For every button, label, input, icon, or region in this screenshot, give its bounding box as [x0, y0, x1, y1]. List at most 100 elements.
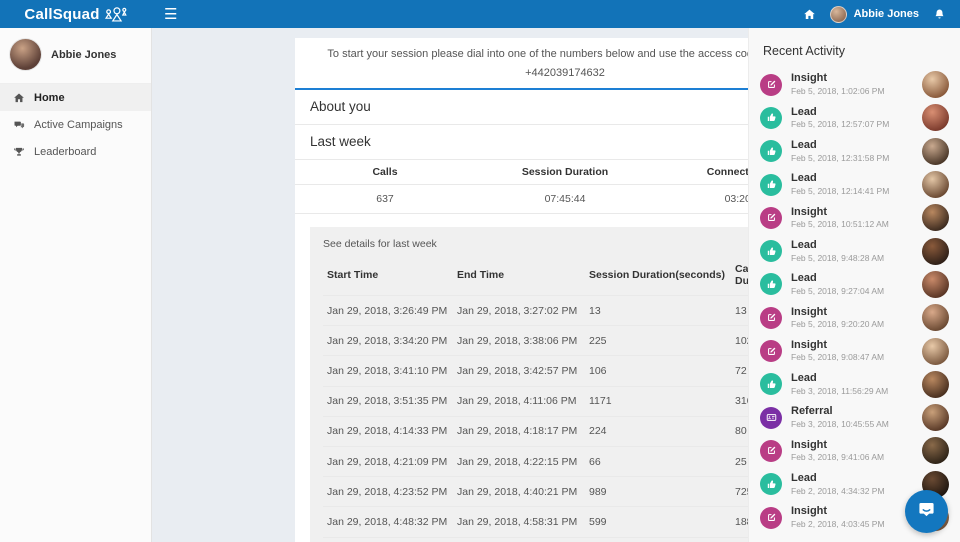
activity-timestamp: Feb 5, 2018, 10:51:12 AM — [791, 219, 889, 230]
edit-icon — [760, 439, 782, 462]
avatar — [922, 337, 949, 365]
activity-item-insight[interactable]: Insight Feb 5, 2018, 1:02:06 PM — [749, 68, 960, 101]
chat-launcher-button[interactable] — [905, 490, 948, 533]
topbar-right: Abbie Jones — [803, 5, 960, 23]
sidebar-item-home[interactable]: Home — [0, 84, 151, 111]
edit-icon — [760, 340, 782, 363]
avatar — [922, 404, 949, 432]
user-name: Abbie Jones — [853, 8, 919, 20]
activity-text: Insight Feb 5, 2018, 9:08:47 AM — [791, 339, 884, 363]
activity-timestamp: Feb 3, 2018, 11:56:29 AM — [791, 385, 889, 396]
stat-value: 637 — [376, 193, 394, 205]
table-row: Jan 29, 2018, 4:48:32 PM Jan 29, 2018, 4:… — [323, 506, 807, 537]
activity-text: Lead Feb 3, 2018, 11:56:29 AM — [791, 372, 888, 396]
table-cell: Jan 29, 2018, 4:40:21 PM — [453, 476, 585, 507]
avatar — [829, 5, 847, 23]
avatar — [922, 237, 949, 265]
table-cell: Jan 29, 2018, 3:38:06 PM — [453, 325, 585, 356]
activity-item-lead[interactable]: Lead Feb 5, 2018, 12:14:41 PM — [749, 168, 960, 201]
home-icon[interactable] — [803, 8, 816, 21]
avatar — [922, 104, 949, 132]
activity-text: Lead Feb 5, 2018, 12:57:07 PM — [791, 106, 889, 130]
activity-timestamp: Feb 5, 2018, 9:20:20 AM — [791, 319, 885, 330]
activity-text: Lead Feb 5, 2018, 9:48:28 AM — [791, 239, 884, 263]
activity-item-referral[interactable]: Referral Feb 3, 2018, 10:45:55 AM — [749, 401, 960, 434]
avatar — [922, 437, 949, 465]
notice-text: To start your session please dial into o… — [327, 48, 760, 60]
activity-item-lead[interactable]: Lead Feb 5, 2018, 9:48:28 AM — [749, 234, 960, 267]
activity-item-insight[interactable]: Insight Feb 5, 2018, 9:20:20 AM — [749, 301, 960, 334]
app-window: CallSquad ☰ Abbie Jones Abbie Jones Home… — [0, 0, 960, 542]
activity-item-lead[interactable]: Lead Feb 3, 2018, 11:56:29 AM — [749, 368, 960, 401]
activity-label: Lead — [791, 238, 817, 251]
activity-text: Insight Feb 5, 2018, 1:02:06 PM — [791, 72, 885, 96]
sidebar-item-label: Leaderboard — [34, 145, 97, 158]
table-cell: Jan 29, 2018, 4:14:33 PM — [323, 415, 453, 447]
table-cell: Jan 29, 2018, 4:23:52 PM — [323, 476, 453, 507]
table-cell: Jan 29, 2018, 5:01:06 PM — [323, 536, 453, 542]
details-column-header: Start Time — [327, 269, 379, 281]
activity-text: Lead Feb 5, 2018, 12:14:41 PM — [791, 172, 889, 196]
table-cell: 1171 — [585, 385, 731, 417]
sidebar-item-leaderboard[interactable]: Leaderboard — [0, 138, 151, 165]
chat-bubble-icon — [916, 499, 937, 525]
table-cell: 106 — [585, 355, 731, 387]
thumbs-up-icon — [760, 373, 782, 396]
table-cell: Jan 29, 2018, 3:34:20 PM — [323, 325, 453, 356]
activity-label: Insight — [791, 305, 828, 318]
edit-icon — [760, 206, 782, 229]
activity-timestamp: Feb 2, 2018, 4:34:32 PM — [791, 485, 885, 496]
table-row: Jan 29, 2018, 3:26:49 PM Jan 29, 2018, 3:… — [323, 294, 807, 326]
activity-text: Lead Feb 2, 2018, 4:34:32 PM — [791, 472, 885, 496]
trophy-icon — [13, 146, 25, 158]
activity-label: Lead — [791, 172, 817, 185]
table-row: Jan 29, 2018, 3:41:10 PM Jan 29, 2018, 3:… — [323, 355, 807, 387]
table-cell: Jan 29, 2018, 4:48:32 PM — [323, 506, 453, 537]
activity-timestamp: Feb 3, 2018, 10:45:55 AM — [791, 419, 889, 430]
details-column-header: End Time — [457, 269, 505, 281]
details-column-header: Session Duration(seconds) — [589, 269, 725, 281]
activity-item-lead[interactable]: Lead Feb 5, 2018, 9:27:04 AM — [749, 268, 960, 301]
thumbs-up-icon — [760, 140, 782, 163]
activity-item-insight[interactable]: Insight Feb 5, 2018, 10:51:12 AM — [749, 201, 960, 234]
recent-activity-title: Recent Activity — [763, 44, 845, 58]
table-row: Jan 29, 2018, 4:14:33 PM Jan 29, 2018, 4:… — [323, 415, 807, 447]
table-cell: Jan 29, 2018, 4:21:09 PM — [323, 445, 453, 477]
thumbs-up-icon — [760, 240, 782, 263]
hamburger-icon[interactable]: ☰ — [164, 7, 177, 22]
sidebar-profile[interactable]: Abbie Jones — [0, 28, 151, 83]
details-title: See details for last week — [323, 238, 437, 250]
activity-label: Lead — [791, 272, 817, 285]
thumbs-up-icon — [760, 173, 782, 196]
activity-text: Insight Feb 2, 2018, 4:03:45 PM — [791, 505, 885, 529]
table-cell: Jan 29, 2018, 4:58:31 PM — [453, 506, 585, 537]
id-card-icon — [760, 406, 782, 429]
table-cell: Jan 29, 2018, 4:22:15 PM — [453, 445, 585, 477]
table-cell: 225 — [585, 325, 731, 356]
activity-item-insight[interactable]: Insight Feb 5, 2018, 9:08:47 AM — [749, 334, 960, 367]
table-row: Jan 29, 2018, 5:01:06 PMJan 29, 2018, 5:… — [323, 536, 807, 542]
table-row: Jan 29, 2018, 4:21:09 PM Jan 29, 2018, 4:… — [323, 445, 807, 477]
table-cell: Jan 29, 2018, 3:42:57 PM — [453, 355, 585, 387]
avatar — [922, 304, 949, 332]
logo-text: CallSquad — [24, 5, 100, 23]
user-menu[interactable]: Abbie Jones — [829, 5, 919, 23]
logo[interactable]: CallSquad — [0, 6, 152, 23]
activity-item-lead[interactable]: Lead Feb 5, 2018, 12:57:07 PM — [749, 101, 960, 134]
activity-text: Referral Feb 3, 2018, 10:45:55 AM — [791, 405, 889, 429]
sidebar-item-active-campaigns[interactable]: Active Campaigns — [0, 111, 151, 138]
activity-timestamp: Feb 5, 2018, 9:08:47 AM — [791, 352, 885, 363]
activity-timestamp: Feb 5, 2018, 9:48:28 AM — [791, 252, 885, 263]
activity-text: Insight Feb 5, 2018, 9:20:20 AM — [791, 306, 884, 330]
avatar — [922, 137, 949, 165]
table-cell: 989 — [585, 476, 731, 507]
table-cell: Jan 29, 2018, 3:51:35 PM — [323, 385, 453, 417]
bell-icon[interactable] — [933, 8, 946, 21]
top-header: CallSquad ☰ Abbie Jones — [0, 0, 960, 28]
activity-text: Lead Feb 5, 2018, 9:27:04 AM — [791, 272, 884, 296]
thumbs-up-icon — [760, 273, 782, 296]
activity-label: Lead — [791, 372, 817, 385]
table-row: Jan 29, 2018, 4:23:52 PM Jan 29, 2018, 4:… — [323, 476, 807, 507]
activity-item-insight[interactable]: Insight Feb 3, 2018, 9:41:06 AM — [749, 434, 960, 467]
activity-item-lead[interactable]: Lead Feb 5, 2018, 12:31:58 PM — [749, 135, 960, 168]
